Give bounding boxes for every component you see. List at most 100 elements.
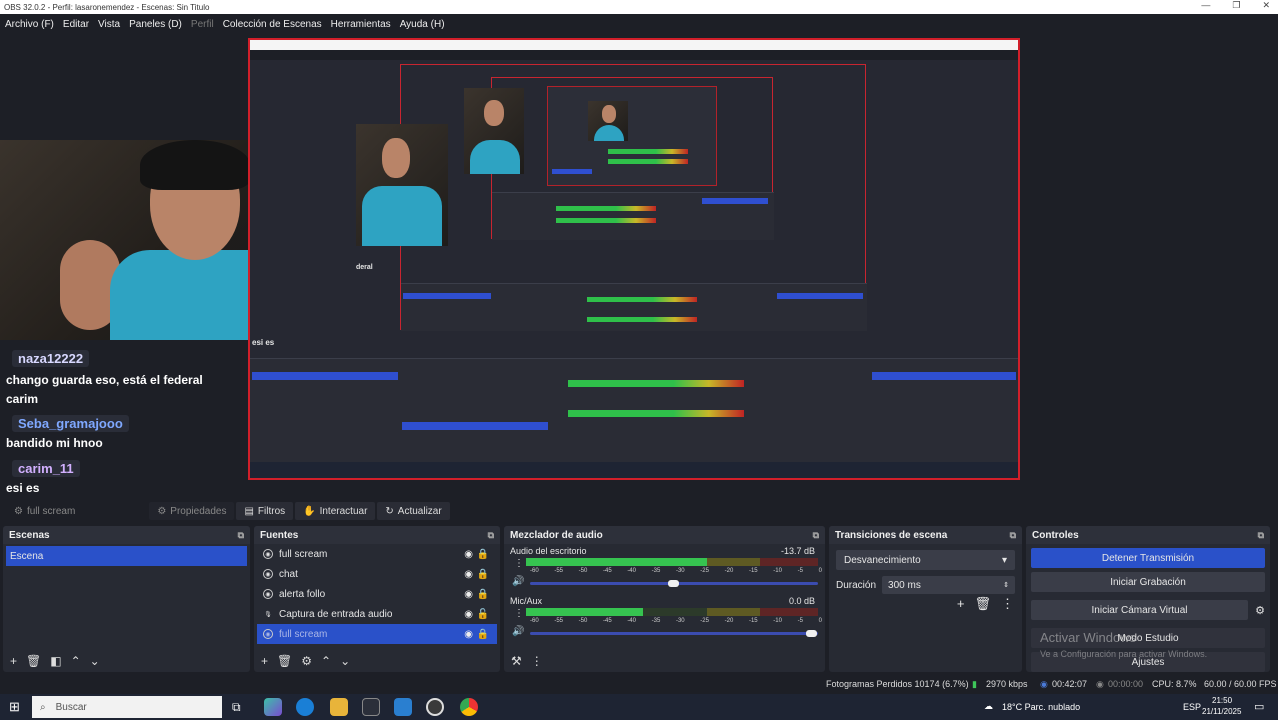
volume-slider[interactable] (530, 580, 818, 587)
dock-header: Escenas ⧉ (3, 526, 250, 544)
language-indicator[interactable]: ESP (1183, 702, 1201, 712)
chevron-down-icon[interactable]: ⌄ (90, 654, 100, 668)
stepper-icon[interactable]: ⇕ (1003, 581, 1009, 589)
eye-icon[interactable]: ◉ (464, 629, 473, 640)
obs-icon[interactable] (426, 698, 444, 716)
nested-taskbar (250, 462, 1018, 478)
mail-icon[interactable] (394, 698, 412, 716)
add-icon[interactable]: + (957, 596, 965, 612)
source-item[interactable]: 🎙 Captura de entrada audio ◉ 🔓 (257, 604, 497, 624)
close-button[interactable]: ✕ (1262, 0, 1270, 11)
dropped-frames: Fotogramas Perdidos 10174 (6.7%) (826, 679, 969, 689)
trash-icon[interactable]: 🗑 (277, 654, 292, 668)
more-options-icon[interactable]: ⋮ (514, 608, 524, 619)
filter-icon[interactable]: ◧ (50, 654, 61, 668)
eye-icon[interactable]: ◉ (464, 589, 473, 600)
gear-icon[interactable]: ⚙ (1250, 604, 1270, 617)
eye-icon[interactable]: ◉ (464, 609, 473, 620)
clock-time[interactable]: 21:50 (1212, 696, 1232, 705)
file-explorer-icon[interactable] (330, 698, 348, 716)
wrench-icon[interactable]: ⚒ (511, 654, 522, 668)
chat-username: naza12222 (12, 350, 90, 367)
scene-item[interactable]: Escena (6, 546, 247, 566)
duration-row: Duración 300 ms ⇕ (836, 576, 1015, 594)
dock-title: Escenas (9, 529, 50, 541)
more-options-icon[interactable]: ⋮ (531, 654, 543, 668)
maximize-button[interactable]: ❐ (1232, 0, 1240, 11)
lock-icon[interactable]: 🔒 (477, 589, 489, 600)
lock-icon[interactable]: 🔒 (477, 629, 489, 640)
chrome-icon[interactable] (460, 698, 478, 716)
undock-icon[interactable]: ⧉ (813, 530, 819, 541)
record-icon: ◉ (1096, 679, 1104, 689)
source-item-selected[interactable]: ◉ full scream ◉ 🔒 (257, 624, 497, 644)
stream-icon: ◉ (1040, 679, 1048, 689)
nested-webcam-1 (356, 124, 448, 246)
clock-date[interactable]: 21/11/2025 (1202, 707, 1241, 716)
eye-icon[interactable]: ◉ (464, 549, 473, 560)
volume-slider-handle[interactable] (668, 580, 679, 587)
speaker-icon[interactable]: 🔊 (512, 626, 524, 637)
meter-ticks: -60 -55 -50 -45 -40 -35 -30 -25 -20 -15 -10 -5 0 (530, 568, 822, 574)
undock-icon[interactable]: ⧉ (1258, 530, 1264, 541)
weather-text: 18°C Parc. nublado (1002, 702, 1081, 712)
virtual-camera-button[interactable]: Iniciar Cámara Virtual (1031, 600, 1248, 620)
menu-paneles[interactable]: Paneles (D) (129, 19, 182, 30)
undock-icon[interactable]: ⧉ (238, 530, 244, 541)
browser-source-icon: ◉ (263, 589, 273, 599)
notification-icon[interactable]: ▭ (1254, 700, 1264, 713)
interact-button[interactable]: ✋ Interactuar (295, 502, 376, 520)
search-icon: ⌕ (40, 701, 46, 713)
menu-archivo[interactable]: Archivo (F) (5, 19, 54, 30)
menu-coleccion[interactable]: Colección de Escenas (223, 19, 322, 30)
chat-username: Seba_gramajooo (12, 415, 129, 432)
more-options-icon[interactable]: ⋮ (1001, 596, 1014, 612)
windows-start-icon[interactable]: ⊞ (9, 699, 20, 715)
more-options-icon[interactable]: ⋮ (514, 558, 524, 569)
menu-vista[interactable]: Vista (98, 19, 120, 30)
menu-editar[interactable]: Editar (63, 19, 89, 30)
taskbar-search[interactable]: ⌕ Buscar (32, 696, 222, 718)
lock-icon[interactable]: 🔒 (477, 569, 489, 580)
refresh-button[interactable]: ↻ Actualizar (377, 502, 450, 520)
chevron-up-icon[interactable]: ⌃ (71, 654, 81, 668)
menu-ayuda[interactable]: Ayuda (H) (400, 19, 445, 30)
start-recording-button[interactable]: Iniciar Grabación (1031, 572, 1265, 592)
edge-icon[interactable] (296, 698, 314, 716)
source-item[interactable]: ◉ alerta follo ◉ 🔒 (257, 584, 497, 604)
fps-readout: 60.00 / 60.00 FPS (1204, 679, 1277, 689)
lock-icon[interactable]: 🔓 (477, 609, 489, 620)
source-item[interactable]: ◉ full scream ◉ 🔒 (257, 544, 497, 564)
trash-icon[interactable]: 🗑 (974, 596, 991, 612)
transition-select[interactable]: Desvanecimiento ▾ (836, 550, 1015, 570)
filters-button[interactable]: ▤ Filtros (236, 502, 294, 520)
eye-icon[interactable]: ◉ (464, 569, 473, 580)
menu-herramientas[interactable]: Herramientas (331, 19, 391, 30)
stop-stream-button[interactable]: Detener Transmisión (1031, 548, 1265, 568)
minimize-button[interactable]: — (1201, 0, 1210, 11)
window-controls: — ❐ ✕ (1201, 0, 1270, 11)
nested-webcam-3 (588, 101, 628, 141)
menu-perfil[interactable]: Perfil (191, 19, 214, 30)
duration-input[interactable]: 300 ms ⇕ (882, 576, 1015, 594)
undock-icon[interactable]: ⧉ (1010, 530, 1016, 541)
volume-slider-handle[interactable] (806, 630, 817, 637)
source-item[interactable]: ◉ chat ◉ 🔒 (257, 564, 497, 584)
add-icon[interactable]: + (261, 654, 268, 668)
volume-slider[interactable] (530, 630, 818, 637)
store-icon[interactable] (362, 698, 380, 716)
copilot-icon[interactable] (264, 698, 282, 716)
gear-icon[interactable]: ⚙ (301, 654, 312, 668)
add-icon[interactable]: + (10, 654, 17, 668)
dock-footer: + 🗑 ⚙ ⌃ ⌄ (254, 650, 500, 672)
chevron-down-icon[interactable]: ⌄ (340, 654, 350, 668)
chevron-up-icon[interactable]: ⌃ (321, 654, 331, 668)
trash-icon[interactable]: 🗑 (26, 654, 41, 668)
undock-icon[interactable]: ⧉ (488, 530, 494, 541)
properties-button[interactable]: ⚙ Propiedades (149, 502, 235, 520)
task-view-icon[interactable]: ⧉ (232, 700, 241, 715)
lock-icon[interactable]: 🔒 (477, 549, 489, 560)
speaker-icon[interactable]: 🔊 (512, 576, 524, 587)
preview-canvas[interactable]: deral esi es (248, 38, 1020, 480)
cursor-icon: ✋ (303, 505, 316, 517)
